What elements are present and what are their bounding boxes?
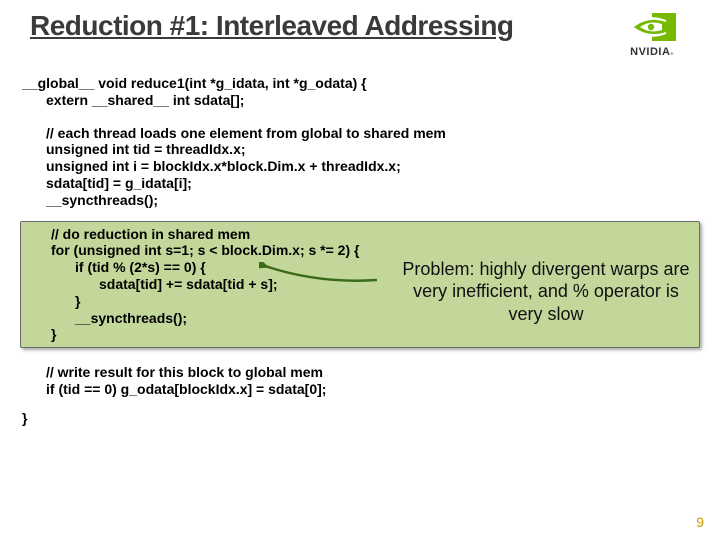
code-sig: __global__ void reduce1(int *g_idata, in… bbox=[22, 75, 698, 92]
code-for-close: } bbox=[27, 326, 693, 343]
code-shared: extern __shared__ int sdata[]; bbox=[22, 92, 698, 109]
page-title: Reduction #1: Interleaved Addressing bbox=[30, 10, 595, 42]
code-red-comment: // do reduction in shared mem bbox=[27, 226, 693, 243]
logo-reg: ® bbox=[670, 51, 673, 56]
page-number: 9 bbox=[696, 514, 704, 530]
nvidia-eye-icon bbox=[626, 10, 678, 44]
code-block: __global__ void reduce1(int *g_idata, in… bbox=[22, 75, 698, 427]
code-assign: sdata[tid] = g_idata[i]; bbox=[22, 175, 698, 192]
code-close: } bbox=[22, 410, 698, 427]
code-write: if (tid == 0) g_odata[blockIdx.x] = sdat… bbox=[22, 381, 698, 398]
annotation-text: Problem: highly divergent warps are very… bbox=[401, 258, 691, 326]
code-comment-load: // each thread loads one element from gl… bbox=[22, 125, 698, 142]
logo-brand-text: NVIDIA bbox=[630, 46, 670, 58]
nvidia-logo: NVIDIA® bbox=[602, 10, 702, 58]
code-write-comment: // write result for this block to global… bbox=[22, 364, 698, 381]
code-i: unsigned int i = blockIdx.x*block.Dim.x … bbox=[22, 158, 698, 175]
code-sync1: __syncthreads(); bbox=[22, 192, 698, 209]
highlight-box: // do reduction in shared mem for (unsig… bbox=[20, 221, 700, 349]
code-tid: unsigned int tid = threadIdx.x; bbox=[22, 141, 698, 158]
